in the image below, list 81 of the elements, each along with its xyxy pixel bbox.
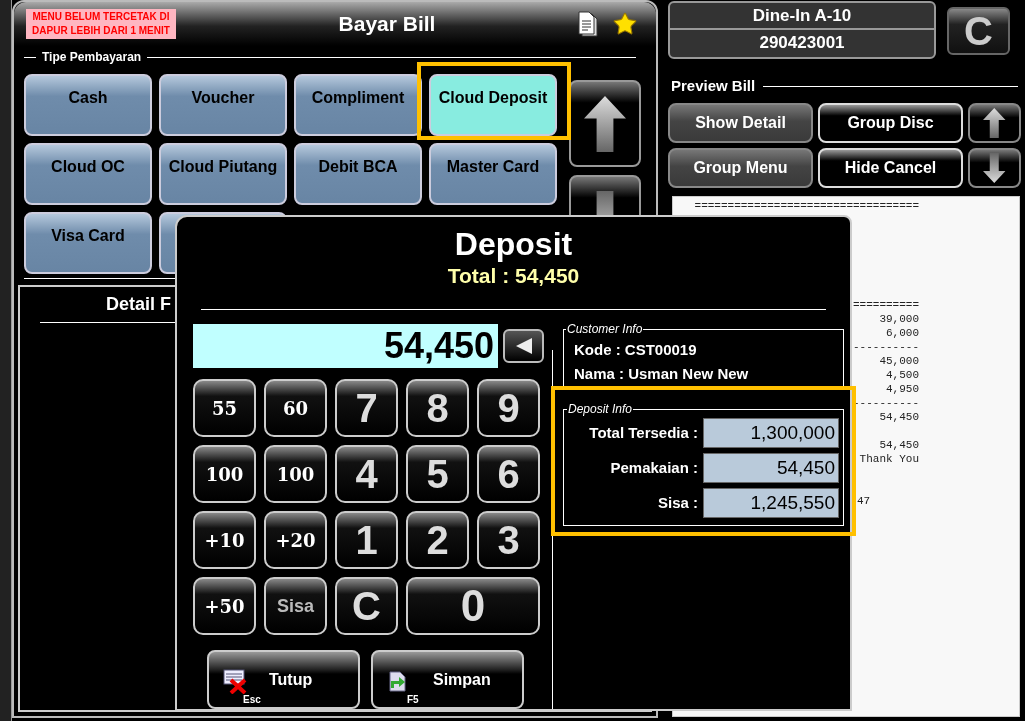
receipt-line: Thank You [859,451,919,466]
receipt-line: ========== [853,297,919,312]
panel-heading: Detail F [106,293,171,316]
receipt-line: 54,450 [879,437,919,452]
star-icon [612,11,638,37]
payment-type-button[interactable]: Master Card [429,143,557,205]
keypad-key[interactable]: +20 [264,511,327,569]
payment-type-button[interactable]: Cloud Deposit [429,74,557,136]
keypad-key[interactable]: 55 [193,379,256,437]
keypad-key[interactable]: +10 [193,511,256,569]
keypad-key[interactable]: 9 [477,379,540,437]
payment-type-button[interactable]: Cloud OC [24,143,152,205]
payment-type-button[interactable]: Cloud Piutang [159,143,287,205]
scroll-up-button[interactable] [968,102,1021,143]
preview-button[interactable]: Group Disc [818,102,963,143]
dialog-title: Deposit [454,225,573,263]
keypad-key[interactable]: 5 [406,445,469,503]
receipt-line: 39,000 [879,311,919,326]
keypad-key[interactable]: 1 [335,511,398,569]
deposit-label: Pemakaian : [610,457,698,478]
deposit-value-field: 1,300,000 [703,418,839,448]
close-button[interactable]: Esc Tutup [207,650,360,709]
preview-button[interactable]: Show Detail [668,102,813,143]
keypad-key[interactable]: 6 [477,445,540,503]
scroll-up-button[interactable] [569,80,641,167]
deposit-value-field: 54,450 [703,453,839,483]
keypad-key[interactable]: 0 [406,577,540,635]
deposit-label: Sisa : [657,492,698,513]
keypad-key[interactable]: 100 [193,445,256,503]
keypad-key[interactable]: +50 [193,577,256,635]
section-label: Preview Bill [671,76,756,96]
payment-type-button[interactable]: Compliment [294,74,422,136]
keypad-key[interactable]: 100 [264,445,327,503]
backspace-button[interactable] [503,329,544,363]
dialog-total: Total : 54,450 [447,263,580,289]
payment-type-button[interactable]: Voucher [159,74,287,136]
keypad-key[interactable]: 3 [477,511,540,569]
keypad-key[interactable]: 4 [335,445,398,503]
amount-field[interactable]: 54,450 [193,324,498,368]
payment-type-button[interactable]: Visa Card [24,212,152,274]
keypad-key[interactable]: 7 [335,379,398,437]
receipt-line: ---------- [853,395,919,410]
receipt-line: ================================== [694,198,919,213]
customer-info-text: Nama : Usman New New [574,364,750,384]
payment-type-button[interactable]: Debit BCA [294,143,422,205]
keypad-key[interactable]: C [335,577,398,635]
deposit-value-field: 1,245,550 [703,488,839,518]
receipt-line: 47 [857,493,871,508]
receipt-line: 6,000 [886,325,919,340]
list-cross-icon [223,668,249,694]
legend-label: Deposit Info [567,401,634,418]
document-icon [578,11,600,37]
preview-button[interactable]: Group Menu [668,147,813,188]
arrow-down-icon [983,152,1006,183]
shortcut-label: Esc [243,693,261,707]
receipt-line: 45,000 [879,353,919,368]
preview-button[interactable]: Hide Cancel [818,147,963,188]
shortcut-label: F5 [407,693,419,707]
keypad-key[interactable]: 60 [264,379,327,437]
arrow-up-icon [983,107,1006,138]
keypad-key[interactable]: 8 [406,379,469,437]
window-title: Bayar Bill [337,11,437,38]
order-number: 290423001 [758,32,846,54]
save-button[interactable]: F5 Simpan [371,650,524,709]
receipt-line: 4,500 [886,367,919,382]
customer-info-text: Kode : CST00019 [574,340,698,360]
notice-banner: MENU BELUM TERCETAK DI DAPUR LEBIH DARI 1 MENIT [26,9,176,39]
keypad-key[interactable]: 2 [406,511,469,569]
scroll-down-button[interactable] [968,147,1021,188]
receipt-line: 4,950 [886,381,919,396]
payment-type-button[interactable]: Cash [24,74,152,136]
arrow-up-icon [584,95,626,152]
receipt-line: 54,450 [879,409,919,424]
keypad-key[interactable]: Sisa [264,577,327,635]
clear-button[interactable]: C [947,7,1010,55]
receipt-line: ---------- [853,339,919,354]
section-label: Tipe Pembayaran [41,49,143,66]
table-label: Dine-In A-10 [670,3,934,30]
legend-label: Customer Info [566,321,644,338]
deposit-label: Total Tersedia : [589,422,698,443]
document-arrow-icon [387,668,409,692]
